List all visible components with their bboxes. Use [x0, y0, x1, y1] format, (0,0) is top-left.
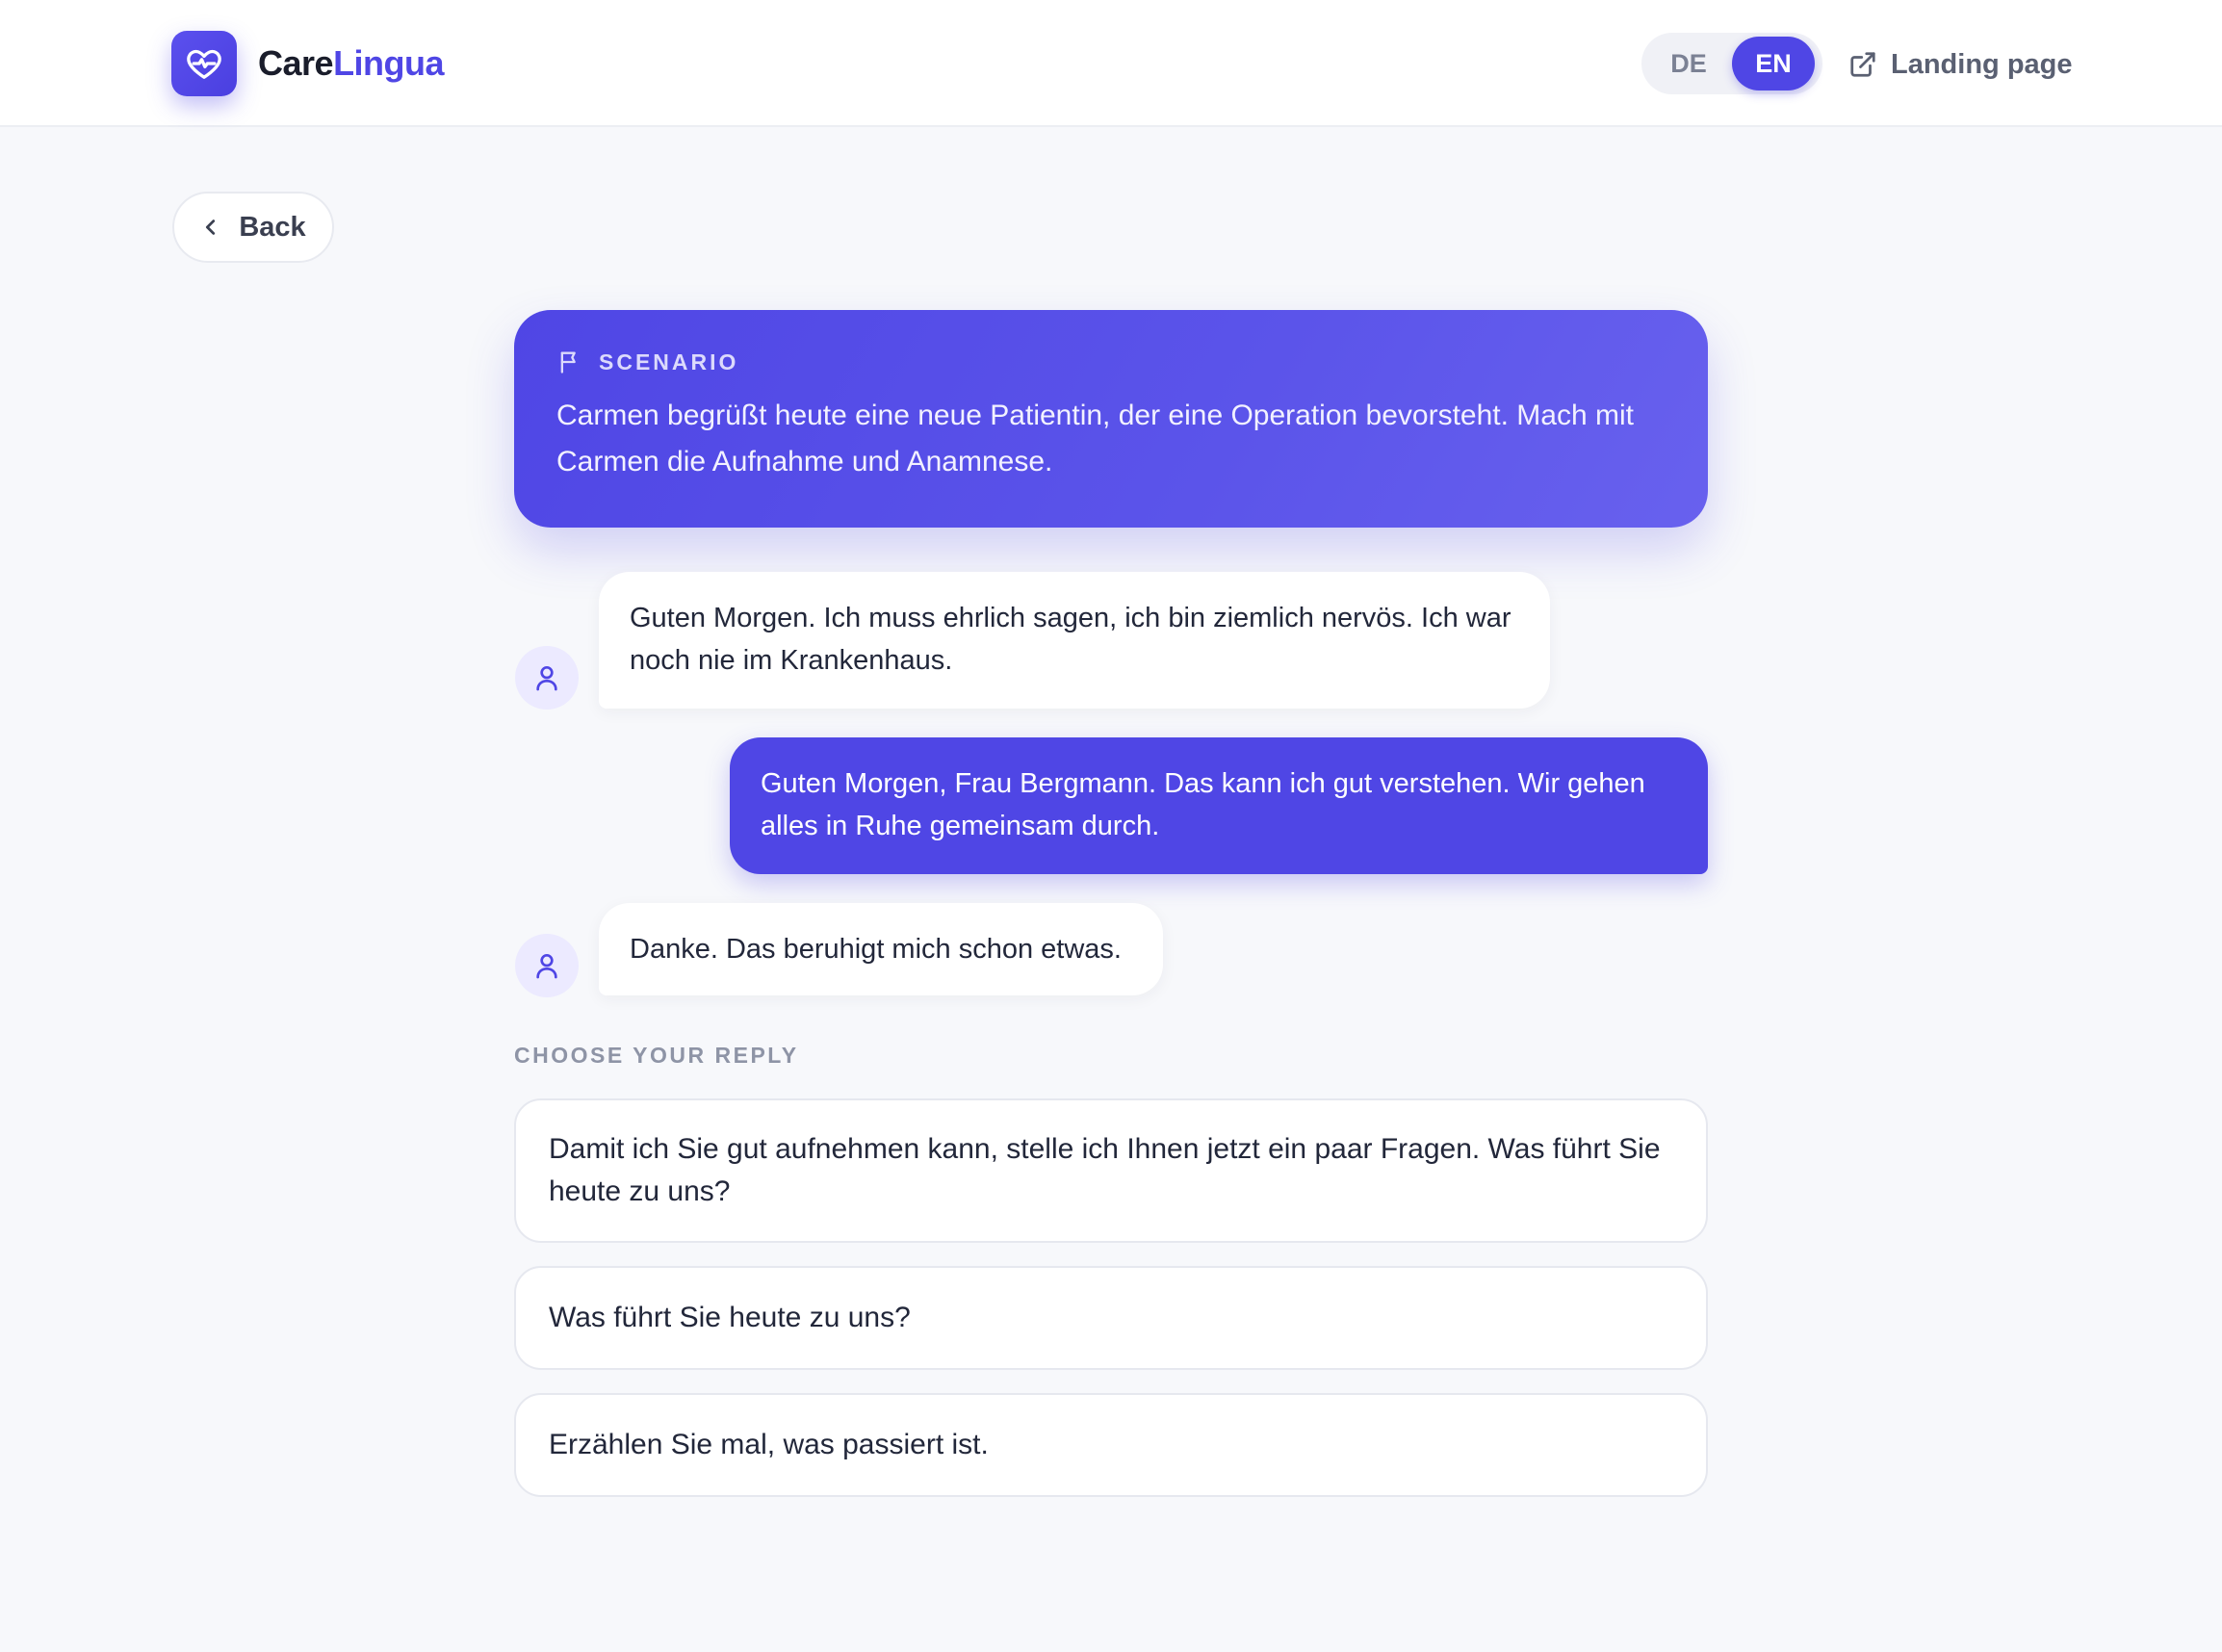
language-de-button[interactable]: DE [1645, 37, 1732, 90]
patient-message: Guten Morgen. Ich muss ehrlich sagen, ic… [599, 572, 1550, 709]
flag-icon [560, 351, 576, 374]
chevron-left-icon [206, 219, 216, 235]
app-header: CareLingua DE EN Landing page [0, 0, 2222, 127]
landing-page-link[interactable]: Landing page [1848, 42, 2073, 87]
landing-page-label: Landing page [1891, 48, 2073, 80]
back-button[interactable]: Back [172, 192, 334, 263]
scenario-header: SCENARIO [556, 348, 1666, 375]
scenario-label: SCENARIO [599, 348, 739, 374]
user-icon [536, 954, 557, 979]
choose-reply-label: CHOOSE YOUR REPLY [514, 1043, 799, 1068]
patient-message: Danke. Das beruhigt mich schon etwas. [599, 903, 1163, 995]
scenario-card: SCENARIO Carmen begrüßt heute eine neue … [514, 310, 1708, 528]
back-label: Back [239, 211, 306, 243]
reply-option-1[interactable]: Damit ich Sie gut aufnehmen kann, stelle… [514, 1098, 1708, 1243]
heart-pulse-icon [171, 31, 237, 96]
external-link-icon [1850, 52, 1875, 77]
reply-option-3[interactable]: Erzählen Sie mal, was passiert ist. [514, 1393, 1708, 1497]
patient-avatar [515, 646, 579, 710]
brand-logo[interactable]: CareLingua [171, 31, 445, 96]
patient-avatar [515, 934, 579, 997]
brand-name-part2: Lingua [333, 43, 445, 83]
brand-name: CareLingua [258, 43, 445, 84]
language-toggle: DE EN [1641, 33, 1822, 94]
user-icon [536, 666, 557, 691]
reply-option-2[interactable]: Was führt Sie heute zu uns? [514, 1266, 1708, 1370]
user-message: Guten Morgen, Frau Bergmann. Das kann ic… [730, 737, 1708, 874]
scenario-description: Carmen begrüßt heute eine neue Patientin… [556, 400, 1634, 478]
brand-name-part1: Care [258, 43, 334, 83]
language-en-button[interactable]: EN [1732, 37, 1815, 90]
